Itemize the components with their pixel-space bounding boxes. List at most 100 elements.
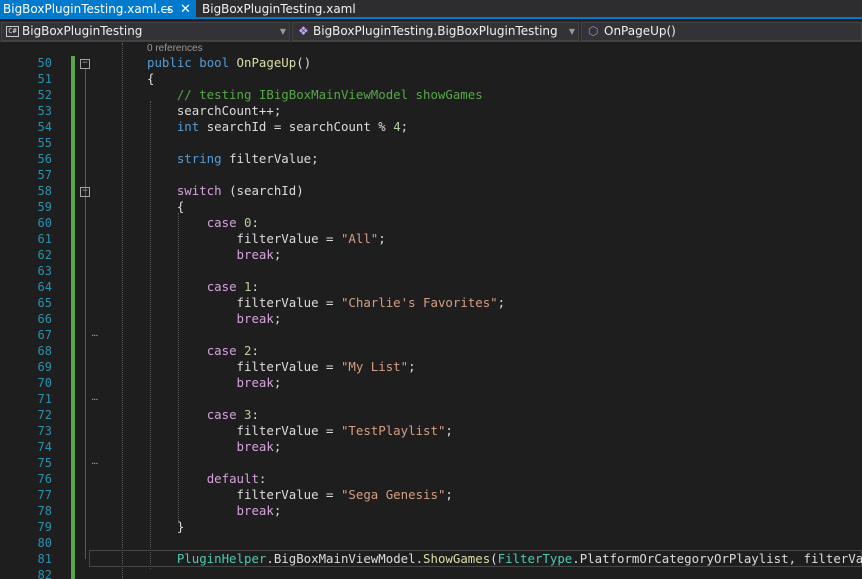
code-token: case — [206, 215, 237, 230]
code-text[interactable]: filterValue = "TestPlaylist"; — [147, 423, 453, 439]
code-text[interactable]: public bool OnPageUp() — [147, 55, 311, 71]
code-token: "Sega Genesis" — [340, 487, 446, 502]
code-line[interactable]: 65 filterValue = "Charlie's Favorites"; — [0, 295, 862, 311]
code-text[interactable]: filterValue = "All"; — [147, 231, 386, 247]
line-number: 78 — [37, 504, 52, 518]
code-text[interactable]: default: — [147, 471, 267, 487]
code-text[interactable]: } — [147, 519, 184, 535]
code-text[interactable]: case 0: — [147, 215, 259, 231]
code-line[interactable]: 63 — [0, 263, 862, 279]
code-text[interactable]: break; — [147, 247, 282, 263]
line-number: 55 — [37, 136, 52, 150]
code-line[interactable]: 66 break; — [0, 311, 862, 327]
code-text[interactable]: break; — [147, 439, 282, 455]
code-line[interactable]: 67 — [0, 327, 862, 343]
code-text[interactable]: int searchId = searchCount % 4; — [147, 119, 408, 135]
code-line[interactable]: 68 case 2: — [0, 343, 862, 359]
tab-bigboxplugintesting-xaml-cs[interactable]: BigBoxPluginTesting.xaml.cs ⊸ ✕ — [0, 0, 196, 19]
code-line[interactable]: 71 — [0, 391, 862, 407]
code-line[interactable]: 77 filterValue = "Sega Genesis"; — [0, 487, 862, 503]
code-line[interactable]: 58 switch (searchId) — [0, 183, 862, 199]
code-text[interactable]: case 2: — [147, 343, 259, 359]
code-token: bool — [199, 55, 230, 70]
close-icon[interactable]: ✕ — [180, 0, 191, 19]
code-line[interactable]: 79 } — [0, 519, 862, 535]
tab-bigboxplugintesting-xaml[interactable]: BigBoxPluginTesting.xaml — [196, 0, 356, 19]
code-line[interactable]: 54 int searchId = searchCount % 4; — [0, 119, 862, 135]
code-line[interactable]: 74 break; — [0, 439, 862, 455]
code-line[interactable]: 51 { — [0, 71, 862, 87]
collapse-toggle-icon[interactable]: − — [80, 187, 90, 197]
code-text[interactable]: filterValue = "Sega Genesis"; — [147, 487, 453, 503]
code-token: OnPageUp — [236, 55, 297, 70]
code-token: ; — [400, 119, 409, 134]
pin-icon[interactable]: ⊸ — [162, 0, 171, 19]
code-text[interactable]: { — [147, 199, 184, 215]
code-token: filterValue = — [147, 295, 341, 310]
code-line[interactable]: 56 string filterValue; — [0, 151, 862, 167]
code-line[interactable]: 76 default: — [0, 471, 862, 487]
code-line[interactable]: 59 { — [0, 199, 862, 215]
code-text[interactable]: { — [147, 71, 154, 87]
code-line[interactable]: 80 — [0, 535, 862, 551]
code-line[interactable]: 62 break; — [0, 247, 862, 263]
code-text[interactable]: string filterValue; — [147, 151, 319, 167]
code-token: default — [206, 471, 259, 486]
line-number: 77 — [37, 488, 52, 502]
code-text[interactable]: break; — [147, 311, 282, 327]
code-line[interactable]: 78 break; — [0, 503, 862, 519]
codelens-references[interactable]: 0 references — [147, 43, 203, 55]
code-text[interactable]: filterValue = "My List"; — [147, 359, 416, 375]
code-line[interactable]: 82 — [0, 567, 862, 579]
member-dropdown-label: OnPageUp() — [604, 24, 676, 38]
code-line[interactable]: 75 — [0, 455, 862, 471]
code-line[interactable]: 64 case 1: — [0, 279, 862, 295]
line-number: 76 — [37, 472, 52, 486]
project-dropdown[interactable]: C# BigBoxPluginTesting ▼ — [1, 22, 290, 41]
code-line[interactable]: 70 break; — [0, 375, 862, 391]
code-text[interactable]: searchCount++; — [147, 103, 281, 119]
code-line[interactable]: 73 filterValue = "TestPlaylist"; — [0, 423, 862, 439]
code-line[interactable]: 60 case 0: — [0, 215, 862, 231]
code-line[interactable]: 72 case 3: — [0, 407, 862, 423]
code-line[interactable]: 81 PluginHelper.BigBoxMainViewModel.Show… — [0, 551, 862, 567]
navigation-bar: C# BigBoxPluginTesting ▼ ❖ BigBoxPluginT… — [0, 21, 862, 42]
type-dropdown[interactable]: ❖ BigBoxPluginTesting.BigBoxPluginTestin… — [292, 22, 579, 41]
code-token: case — [206, 343, 237, 358]
code-text[interactable]: PluginHelper.BigBoxMainViewModel.ShowGam… — [147, 551, 862, 567]
code-editor[interactable]: 0 references 50 public bool OnPageUp() 51 {… — [0, 43, 862, 579]
code-token: "All" — [340, 231, 379, 246]
code-text[interactable]: break; — [147, 375, 282, 391]
code-text[interactable]: case 1: — [147, 279, 259, 295]
code-token: case — [206, 407, 237, 422]
code-token: ShowGames — [423, 551, 491, 566]
code-token: ; — [273, 503, 282, 518]
line-number: 63 — [37, 264, 52, 278]
code-line[interactable]: 69 filterValue = "My List"; — [0, 359, 862, 375]
code-line[interactable]: 53 searchCount++; — [0, 103, 862, 119]
member-dropdown[interactable]: ⬡ OnPageUp() — [581, 22, 862, 41]
code-token: FilterType — [497, 551, 573, 566]
code-token: filterValue = — [147, 359, 341, 374]
class-icon: ❖ — [298, 24, 309, 38]
code-text[interactable]: // testing IBigBoxMainViewModel showGame… — [147, 87, 483, 103]
code-line[interactable]: 52 // testing IBigBoxMainViewModel showG… — [0, 87, 862, 103]
code-token: ; — [408, 359, 416, 374]
code-text[interactable]: switch (searchId) — [147, 183, 304, 199]
line-number: 81 — [37, 552, 52, 566]
code-token: { — [147, 71, 155, 86]
code-text[interactable]: break; — [147, 503, 282, 519]
code-token: ; — [273, 375, 282, 390]
code-line[interactable]: 50 public bool OnPageUp() — [0, 55, 862, 71]
code-line[interactable]: 61 filterValue = "All"; — [0, 231, 862, 247]
code-token: filterValue = — [147, 231, 341, 246]
code-text[interactable]: case 3: — [147, 407, 259, 423]
collapse-toggle-icon[interactable]: − — [80, 59, 90, 69]
code-text[interactable]: filterValue = "Charlie's Favorites"; — [147, 295, 506, 311]
code-line[interactable]: 57 — [0, 167, 862, 183]
code-line[interactable]: 55 — [0, 135, 862, 151]
